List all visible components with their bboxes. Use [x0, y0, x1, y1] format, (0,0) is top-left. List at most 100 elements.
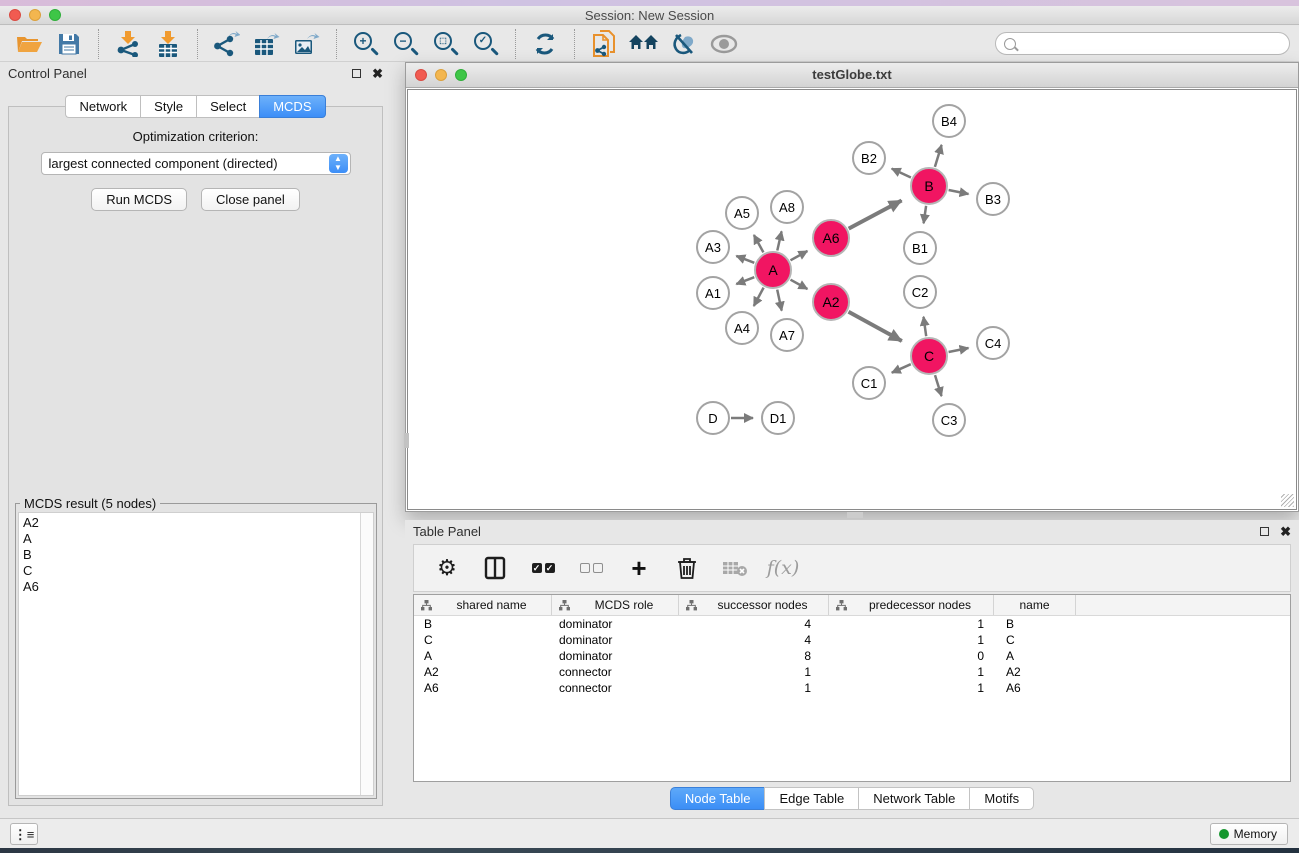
tab-style[interactable]: Style [140, 95, 196, 118]
home-layouts-icon[interactable] [629, 29, 659, 59]
cell-shared-name[interactable]: C [414, 633, 552, 647]
cell-successor-nodes[interactable]: 4 [679, 617, 829, 631]
edge-A-A6[interactable] [791, 251, 808, 260]
graph-node-C3[interactable]: C3 [932, 403, 966, 437]
deselect-all-checkboxes-icon[interactable] [578, 555, 604, 581]
column-header-shared-name[interactable]: shared name [414, 595, 552, 615]
cell-successor-nodes[interactable]: 8 [679, 649, 829, 663]
cell-name[interactable]: A [994, 649, 1076, 663]
mcds-result-scrollbar[interactable] [360, 513, 373, 795]
mcds-result-item[interactable]: A6 [23, 579, 360, 595]
graph-node-A8[interactable]: A8 [770, 190, 804, 224]
table-options-gear-icon[interactable]: ⚙ [434, 555, 460, 581]
cell-predecessor-nodes[interactable]: 1 [829, 617, 994, 631]
column-header-predecessor-nodes[interactable]: predecessor nodes [829, 595, 994, 615]
graph-node-C2[interactable]: C2 [903, 275, 937, 309]
edge-A-A8[interactable] [777, 231, 781, 250]
table-panel-float-icon[interactable] [1260, 527, 1269, 536]
edge-A6-B[interactable] [849, 201, 902, 229]
cell-shared-name[interactable]: B [414, 617, 552, 631]
tab-edge-table[interactable]: Edge Table [764, 787, 858, 810]
edge-A-A3[interactable] [736, 256, 754, 263]
cell-shared-name[interactable]: A2 [414, 665, 552, 679]
table-panel-close-icon[interactable]: ✖ [1280, 525, 1291, 538]
zoom-in-icon[interactable]: + [351, 29, 381, 59]
network-window-titlebar[interactable]: testGlobe.txt [406, 63, 1298, 88]
import-table-icon[interactable] [153, 29, 183, 59]
graph-node-D[interactable]: D [696, 401, 730, 435]
cell-predecessor-nodes[interactable]: 1 [829, 665, 994, 679]
column-header-MCDS-role[interactable]: MCDS role [552, 595, 679, 615]
tab-select[interactable]: Select [196, 95, 259, 118]
zoom-selected-icon[interactable]: ✓ [471, 29, 501, 59]
graph-node-A5[interactable]: A5 [725, 196, 759, 230]
graph-node-B[interactable]: B [910, 167, 948, 205]
run-mcds-button[interactable]: Run MCDS [91, 188, 187, 211]
edge-A-A1[interactable] [736, 277, 754, 284]
horizontal-scrollbar-fragment[interactable] [847, 512, 863, 518]
graph-node-B3[interactable]: B3 [976, 182, 1010, 216]
edge-C-C2[interactable] [924, 317, 927, 336]
graph-node-B2[interactable]: B2 [852, 141, 886, 175]
mcds-result-item[interactable]: A [23, 531, 360, 547]
column-header-name[interactable]: name [994, 595, 1076, 615]
graph-node-C4[interactable]: C4 [976, 326, 1010, 360]
edge-B-B2[interactable] [892, 169, 911, 178]
control-panel-float-icon[interactable] [352, 69, 361, 78]
refresh-layout-icon[interactable] [530, 29, 560, 59]
mcds-result-item[interactable]: C [23, 563, 360, 579]
table-row[interactable]: A2connector11A2 [414, 664, 1290, 680]
cell-name[interactable]: A6 [994, 681, 1076, 695]
cell-MCDS-role[interactable]: connector [552, 681, 679, 695]
tab-mcds[interactable]: MCDS [259, 95, 325, 118]
select-all-checkboxes-icon[interactable]: ✓✓ [530, 555, 556, 581]
cell-successor-nodes[interactable]: 1 [679, 665, 829, 679]
optimization-criterion-select[interactable]: largest connected component (directed) ▲… [41, 152, 351, 175]
cell-MCDS-role[interactable]: dominator [552, 633, 679, 647]
cell-name[interactable]: B [994, 617, 1076, 631]
tab-motifs[interactable]: Motifs [969, 787, 1034, 810]
graph-node-A3[interactable]: A3 [696, 230, 730, 264]
node-table[interactable]: shared nameMCDS rolesuccessor nodesprede… [413, 594, 1291, 782]
cell-shared-name[interactable]: A6 [414, 681, 552, 695]
edge-A-A4[interactable] [754, 288, 764, 306]
cell-predecessor-nodes[interactable]: 0 [829, 649, 994, 663]
add-column-icon[interactable]: + [626, 555, 652, 581]
zoom-out-icon[interactable]: − [391, 29, 421, 59]
graph-node-A[interactable]: A [754, 251, 792, 289]
cell-successor-nodes[interactable]: 1 [679, 681, 829, 695]
cell-successor-nodes[interactable]: 4 [679, 633, 829, 647]
show-hide-eye-icon[interactable] [709, 29, 739, 59]
mcds-result-list[interactable]: A2ABCA6 [19, 513, 360, 795]
cell-MCDS-role[interactable]: dominator [552, 649, 679, 663]
cell-predecessor-nodes[interactable]: 1 [829, 681, 994, 695]
table-row[interactable]: Bdominator41B [414, 616, 1290, 632]
tab-network-table[interactable]: Network Table [858, 787, 969, 810]
mcds-result-item[interactable]: B [23, 547, 360, 563]
edge-A-A2[interactable] [791, 280, 808, 289]
show-column-icon[interactable] [482, 555, 508, 581]
graph-node-A4[interactable]: A4 [725, 311, 759, 345]
edge-C-C4[interactable] [949, 348, 969, 352]
graph-node-B1[interactable]: B1 [903, 231, 937, 265]
save-session-icon[interactable] [54, 29, 84, 59]
mcds-result-item[interactable]: A2 [23, 515, 360, 531]
graph-node-A2[interactable]: A2 [812, 283, 850, 321]
graph-node-B4[interactable]: B4 [932, 104, 966, 138]
graph-node-A1[interactable]: A1 [696, 276, 730, 310]
edge-A2-C[interactable] [849, 312, 902, 341]
memory-button[interactable]: Memory [1210, 823, 1288, 845]
cell-MCDS-role[interactable]: connector [552, 665, 679, 679]
column-header-successor-nodes[interactable]: successor nodes [679, 595, 829, 615]
edge-B-B4[interactable] [935, 145, 942, 167]
delete-table-icon[interactable] [722, 555, 748, 581]
control-panel-close-icon[interactable]: ✖ [372, 67, 383, 80]
graph-node-C1[interactable]: C1 [852, 366, 886, 400]
export-table-icon[interactable] [252, 29, 282, 59]
function-builder-icon[interactable]: f(x) [770, 555, 796, 581]
edge-A-A5[interactable] [754, 235, 764, 252]
table-row[interactable]: Cdominator41C [414, 632, 1290, 648]
cell-shared-name[interactable]: A [414, 649, 552, 663]
graph-node-D1[interactable]: D1 [761, 401, 795, 435]
tab-node-table[interactable]: Node Table [670, 787, 765, 810]
